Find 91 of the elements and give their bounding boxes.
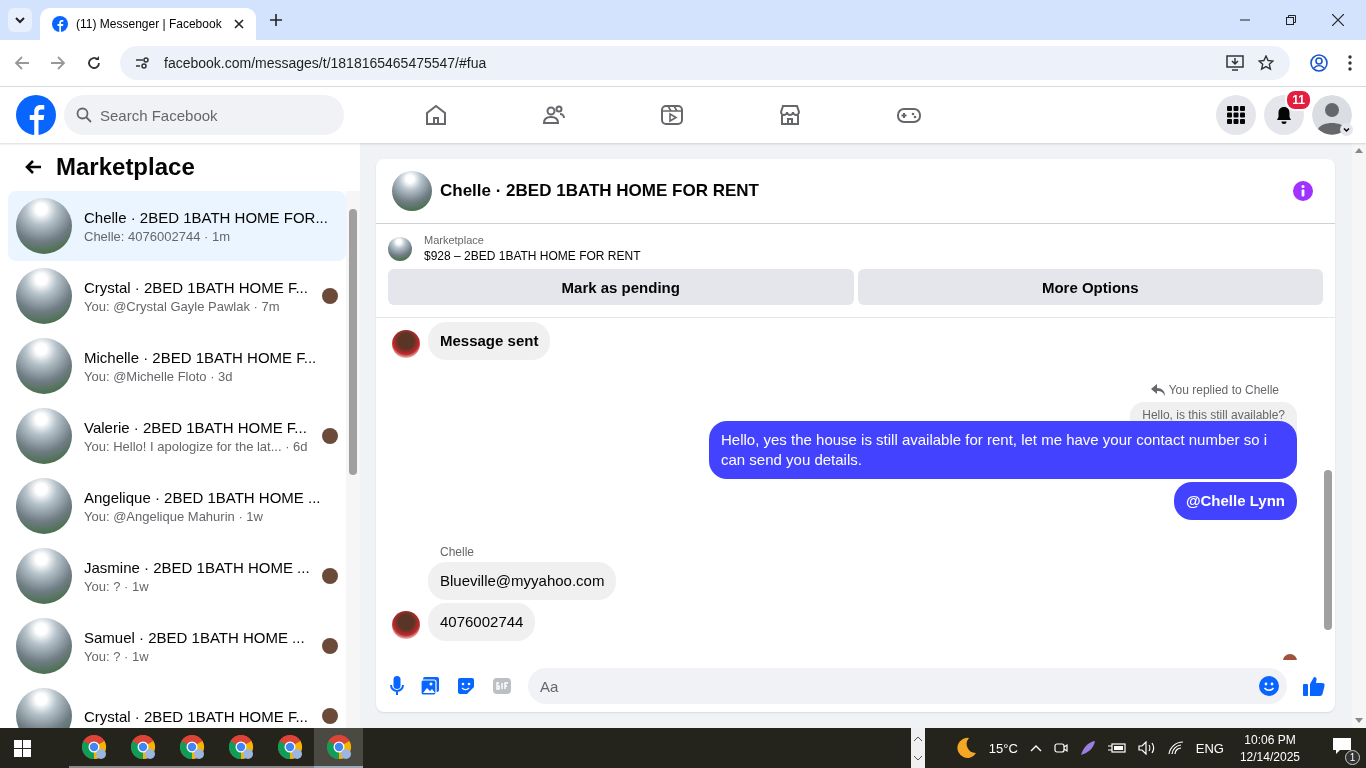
temperature[interactable]: 15°C <box>988 740 1018 756</box>
language-indicator[interactable]: ENG <box>1195 740 1224 756</box>
video-icon[interactable] <box>660 103 684 127</box>
message-bubble: @Chelle Lynn <box>1173 482 1297 520</box>
notification-count: 1 <box>1345 750 1360 765</box>
clock-time[interactable]: 10:06 PM <box>1244 732 1296 747</box>
photo-placeholder <box>16 338 72 394</box>
conversation-item[interactable]: Crystal · 2BED 1BATH HOME F... You: @Crystal Gayle Pawlak · 7m <box>8 261 346 331</box>
moon-icon[interactable] <box>954 737 977 759</box>
photo-icon[interactable] <box>420 676 440 696</box>
scroll-down-icon[interactable] <box>1355 718 1363 724</box>
battery-icon[interactable] <box>1107 742 1126 754</box>
restore-icon[interactable] <box>1286 15 1296 25</box>
emoji-icon[interactable] <box>1259 676 1279 696</box>
home-icon[interactable] <box>424 103 448 127</box>
bell-icon <box>1274 105 1294 125</box>
account-avatar[interactable] <box>1312 95 1352 135</box>
search-field[interactable]: Search Facebook <box>64 95 344 135</box>
listing-title[interactable]: $928 – 2BED 1BATH HOME FOR RENT <box>424 249 641 263</box>
message-input[interactable]: Aa <box>528 668 1287 704</box>
microphone-icon[interactable] <box>390 676 404 696</box>
tab-list-button[interactable] <box>8 8 32 32</box>
sticker-icon[interactable] <box>456 676 476 696</box>
close-icon[interactable] <box>1332 14 1344 26</box>
conversation-item[interactable]: Jasmine · 2BED 1BATH HOME ... You: ? · 1w <box>8 541 346 611</box>
scrollbar[interactable] <box>346 191 360 728</box>
conversation-item[interactable]: Michelle · 2BED 1BATH HOME F... You: @Michelle Floto · 3d <box>8 331 346 401</box>
photo-placeholder <box>16 408 72 464</box>
photo-placeholder <box>392 171 432 211</box>
facebook-logo-icon <box>52 16 68 32</box>
listing-action-button[interactable]: More Options <box>857 269 1323 305</box>
scroll-down-icon[interactable] <box>913 755 922 761</box>
caret-icon[interactable] <box>1340 123 1353 136</box>
reply-icon <box>1150 384 1165 396</box>
message-bubble: 4076002744 <box>428 603 536 641</box>
photo-placeholder <box>16 478 72 534</box>
conversation-item[interactable]: Samuel · 2BED 1BATH HOME ... You: ? · 1w <box>8 611 346 681</box>
profile-icon[interactable] <box>1310 54 1328 72</box>
forward-arrow-icon[interactable] <box>50 55 66 71</box>
friends-icon[interactable] <box>542 103 566 127</box>
photo-placeholder <box>16 548 72 604</box>
taskbar-browser-icon[interactable] <box>314 728 363 768</box>
conversation-item[interactable]: Valerie · 2BED 1BATH HOME F... You: Hello! I apologize for the lat... · 6d <box>8 401 346 471</box>
thumbs-up-icon[interactable] <box>1303 676 1325 696</box>
menu-icon[interactable] <box>1348 55 1352 71</box>
photo-placeholder <box>16 688 72 728</box>
new-tab-icon[interactable] <box>270 14 282 26</box>
scroll-up-icon[interactable] <box>913 735 922 741</box>
facebook-logo-icon[interactable] <box>16 95 56 135</box>
photo-placeholder <box>16 618 72 674</box>
scrollbar[interactable] <box>910 728 925 768</box>
notification-center-icon[interactable] <box>1332 737 1352 755</box>
photo-placeholder <box>16 198 72 254</box>
apps-grid-icon <box>1226 105 1246 125</box>
sidebar-title: Marketplace <box>56 153 195 181</box>
chevron-up-icon[interactable] <box>1029 744 1042 752</box>
address-bar[interactable]: facebook.com/messages/t/1818165465475547/#fua <box>120 46 1290 80</box>
search-icon <box>76 107 92 123</box>
message-bubble: Hello, yes the house is still available for rent, let me have your contact number so i can send you details. <box>709 421 1297 479</box>
info-icon[interactable] <box>1293 181 1313 201</box>
back-arrow-icon[interactable] <box>24 159 42 175</box>
wifi-icon[interactable] <box>1167 741 1184 755</box>
sender-name: Chelle <box>440 545 475 559</box>
feather-icon[interactable] <box>1079 740 1096 756</box>
scrollbar[interactable] <box>1352 143 1366 728</box>
camera-icon[interactable] <box>1053 741 1068 755</box>
star-icon[interactable] <box>1258 55 1274 71</box>
conversation-item[interactable]: Chelle · 2BED 1BATH HOME FOR... Chelle: 4076002744 · 1m <box>8 191 346 261</box>
chat-title: Chelle · 2BED 1BATH HOME FOR RENT <box>440 181 759 201</box>
photo-placeholder <box>16 268 72 324</box>
photo-placeholder <box>388 236 412 261</box>
menu-button[interactable] <box>1216 95 1256 135</box>
install-app-icon[interactable] <box>1226 55 1244 71</box>
site-settings-icon[interactable] <box>134 55 150 71</box>
browser-tab[interactable]: (11) Messenger | Facebook <box>40 8 256 40</box>
clock-date[interactable]: 12/14/2025 <box>1239 749 1300 764</box>
listing-action-button[interactable]: Mark as pending <box>388 269 854 305</box>
conversation-item[interactable]: Angelique · 2BED 1BATH HOME ... You: @Angelique Mahurin · 1w <box>8 471 346 541</box>
windows-start-icon[interactable] <box>14 739 31 757</box>
speaker-icon[interactable] <box>1137 741 1156 755</box>
message-bubble: Blueville@myyahoo.com <box>428 562 617 600</box>
reply-label: You replied to Chelle <box>1168 383 1279 397</box>
close-icon[interactable] <box>234 19 244 29</box>
scroll-up-icon[interactable] <box>1355 147 1363 153</box>
listing-label: Marketplace <box>424 234 485 246</box>
store-icon[interactable] <box>778 103 802 127</box>
message-bubble: Message sent <box>428 322 551 360</box>
reload-icon[interactable] <box>86 55 102 71</box>
caret-icon <box>14 14 26 26</box>
notification-badge: 11 <box>1285 89 1312 111</box>
tab-title: (11) Messenger | Facebook <box>76 17 223 31</box>
